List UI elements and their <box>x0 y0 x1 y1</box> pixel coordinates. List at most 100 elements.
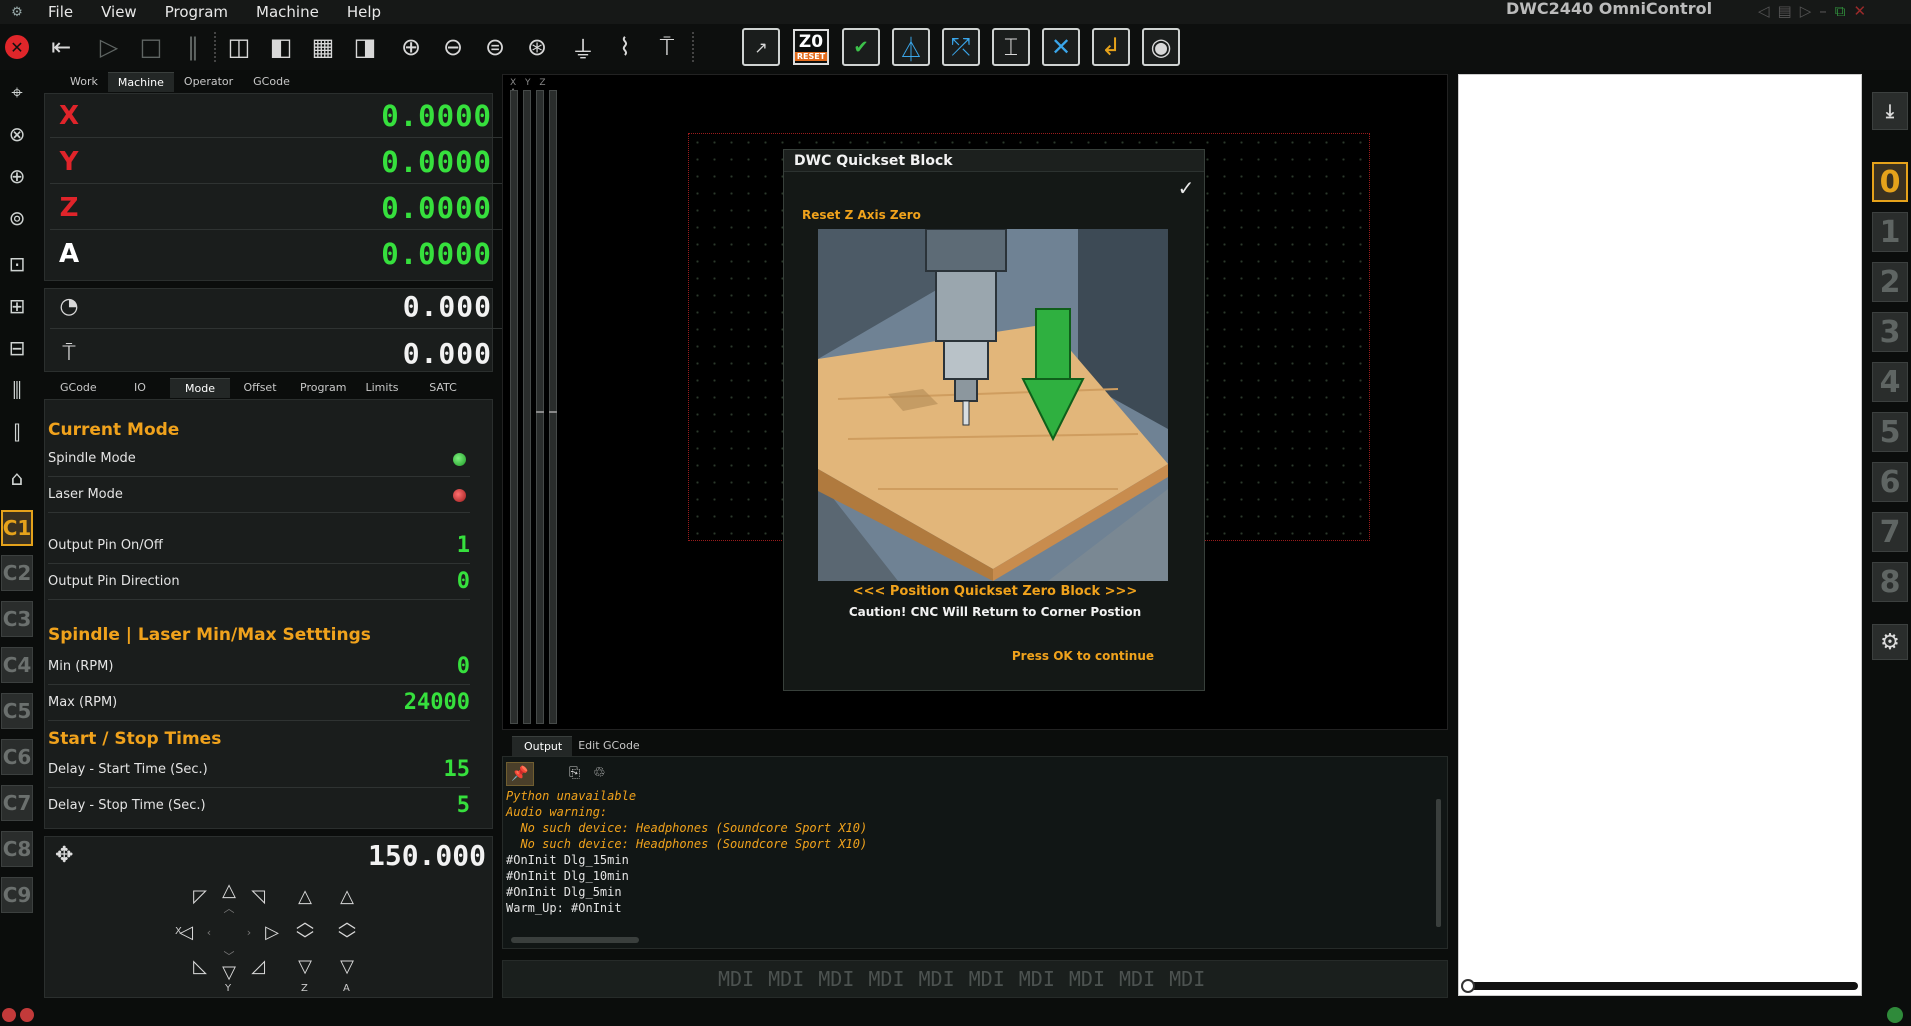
load-file-button[interactable]: ⇤ <box>42 28 80 66</box>
jog-sw-arrow[interactable]: ◺ <box>189 955 211 977</box>
jog-z-plus-arrow[interactable]: △ <box>294 885 316 907</box>
app-gear-icon[interactable]: ⚙ <box>0 5 34 20</box>
macro-c8-button[interactable]: C8 <box>1 831 33 867</box>
view-iso-button[interactable]: ▦ <box>304 28 342 66</box>
tool-8-button[interactable]: 8 <box>1872 562 1908 602</box>
zoom-out-button[interactable]: ⊖ <box>434 28 472 66</box>
tool-length-icon[interactable]: ⫼ <box>3 376 31 404</box>
preview-hscrollbar[interactable] <box>1461 979 1858 993</box>
menu-view[interactable]: View <box>87 0 151 24</box>
axis-x-zero-button[interactable]: X <box>50 101 88 131</box>
jog-y-minus-arrow[interactable]: ▽ <box>218 961 240 983</box>
dro-x-value[interactable]: 0.0000 <box>381 99 492 133</box>
jog-nw-arrow[interactable]: ◸ <box>189 885 211 907</box>
tool-setter-icon[interactable]: ⫿ <box>3 418 31 446</box>
tab-mode[interactable]: Mode <box>170 378 230 398</box>
laser-button[interactable]: ⏃ <box>892 28 930 66</box>
forward-icon[interactable]: ▷ <box>1800 2 1812 20</box>
tab-edit-gcode[interactable]: Edit GCode <box>572 736 645 756</box>
clear-output-icon[interactable]: ♲ <box>593 765 606 781</box>
preview-scroll-knob[interactable] <box>1461 979 1475 993</box>
menu-program[interactable]: Program <box>151 0 242 24</box>
macro-c2-button[interactable]: C2 <box>1 555 33 591</box>
jog-a-minus-small-arrow[interactable]: ﹀ <box>336 928 358 951</box>
minimize-icon[interactable]: – <box>1819 2 1827 20</box>
circle-target-button[interactable]: ◉ <box>1142 28 1180 66</box>
jog-y-plus-small-arrow[interactable]: ︿ <box>218 897 240 919</box>
dialog-nav-text[interactable]: <<< Position Quickset Zero Block >>> <box>784 584 1206 599</box>
goto-g28-icon[interactable]: ⊕ <box>3 162 31 190</box>
check-refresh-button[interactable]: ✔ <box>842 28 880 66</box>
zero-xy-icon[interactable]: ⊗ <box>3 120 31 148</box>
output-vscrollbar[interactable] <box>1436 799 1441 927</box>
copy-output-icon[interactable]: ⎘ <box>569 765 580 781</box>
gcode-preview-panel[interactable] <box>1458 74 1862 996</box>
macro-c7-button[interactable]: C7 <box>1 785 33 821</box>
mdi-button-1[interactable]: MDI <box>718 967 754 991</box>
spindle-warmup-button[interactable]: ⌶ <box>992 28 1030 66</box>
probe-xy-icon[interactable]: ⊞ <box>3 292 31 320</box>
view-front-button[interactable]: ◧ <box>262 28 300 66</box>
dialog-ok-button[interactable]: ✓ <box>1174 176 1198 200</box>
menu-help[interactable]: Help <box>333 0 395 24</box>
tab-limits[interactable]: Limits <box>352 378 412 398</box>
tab-output[interactable]: Output <box>512 736 573 756</box>
jog-x-plus-arrow[interactable]: ▷ <box>261 921 283 943</box>
tool-2-button[interactable]: 2 <box>1872 262 1908 302</box>
tool-3-button[interactable]: 3 <box>1872 312 1908 352</box>
axis-y-zero-button[interactable]: Y <box>50 147 88 177</box>
run-button[interactable]: ▷ <box>90 28 128 66</box>
spindle-mode-row[interactable]: Spindle Mode <box>48 443 470 477</box>
home-all-icon[interactable]: ⌖ <box>3 78 31 106</box>
tab-gcode-settings[interactable]: GCode <box>50 378 110 398</box>
tab-operator[interactable]: Operator <box>174 72 243 92</box>
pin-output-button[interactable]: 📌 <box>506 762 534 786</box>
macro-c3-button[interactable]: C3 <box>1 601 33 637</box>
macro-c9-button[interactable]: C9 <box>1 877 33 913</box>
import-tool-button[interactable]: ⤓ <box>1872 92 1908 130</box>
menu-file[interactable]: File <box>34 0 87 24</box>
jog-a-minus-arrow[interactable]: ▽ <box>336 955 358 977</box>
return-home-button[interactable]: ↲ <box>1092 28 1130 66</box>
axis-z-zero-button[interactable]: Z <box>50 193 88 223</box>
mdi-button-3[interactable]: MDI <box>818 967 854 991</box>
macro-c1-button[interactable]: C1 <box>1 510 33 546</box>
output-pin-dir-value[interactable]: 0 <box>457 566 470 598</box>
mdi-button-5[interactable]: MDI <box>919 967 955 991</box>
goto-g30-icon[interactable]: ⊚ <box>3 204 31 232</box>
mdi-button-4[interactable]: MDI <box>868 967 904 991</box>
menu-machine[interactable]: Machine <box>242 0 333 24</box>
tool-settings-button[interactable]: ⚙ <box>1872 624 1908 660</box>
laser-mode-row[interactable]: Laser Mode <box>48 479 470 513</box>
pause-button[interactable]: ‖ <box>174 28 212 66</box>
output-hscrollbar[interactable] <box>511 937 639 943</box>
tab-gcode[interactable]: GCode <box>243 72 300 92</box>
start-delay-value[interactable]: 15 <box>444 754 471 786</box>
dro-z-value[interactable]: 0.0000 <box>381 191 492 225</box>
mdi-button-6[interactable]: MDI <box>969 967 1005 991</box>
spindle-tool-button[interactable]: ⍑ <box>648 28 686 66</box>
tab-io[interactable]: IO <box>110 378 170 398</box>
tab-work[interactable]: Work <box>60 72 108 92</box>
jog-se-arrow[interactable]: ◿ <box>247 955 269 977</box>
mdi-button-8[interactable]: MDI <box>1069 967 1105 991</box>
list-icon[interactable]: ▤ <box>1778 2 1792 20</box>
jog-z-minus-arrow[interactable]: ▽ <box>294 955 316 977</box>
jog-step-value[interactable]: 150.000 <box>368 839 486 872</box>
move-xy-button[interactable]: ⤱ <box>942 28 980 66</box>
zoom-extents-button[interactable]: ⊛ <box>518 28 556 66</box>
emergency-stop-button[interactable]: ✕ <box>0 28 36 66</box>
axis-a-zero-button[interactable]: A <box>50 239 88 269</box>
axis-swap-button[interactable]: ↗ <box>742 28 780 66</box>
tab-offset[interactable]: Offset <box>230 378 290 398</box>
macro-c5-button[interactable]: C5 <box>1 693 33 729</box>
mdi-button-10[interactable]: MDI <box>1169 967 1205 991</box>
tool-6-button[interactable]: 6 <box>1872 462 1908 502</box>
tab-program[interactable]: Program <box>290 378 352 398</box>
back-icon[interactable]: ◁ <box>1758 2 1770 20</box>
dro-a-value[interactable]: 0.0000 <box>381 237 492 271</box>
tool-5-button[interactable]: 5 <box>1872 412 1908 452</box>
tool-touch-button[interactable]: ⌇ <box>606 28 644 66</box>
z0-reset-button[interactable]: Z0 RESET <box>792 28 830 66</box>
min-rpm-value[interactable]: 0 <box>457 651 470 683</box>
